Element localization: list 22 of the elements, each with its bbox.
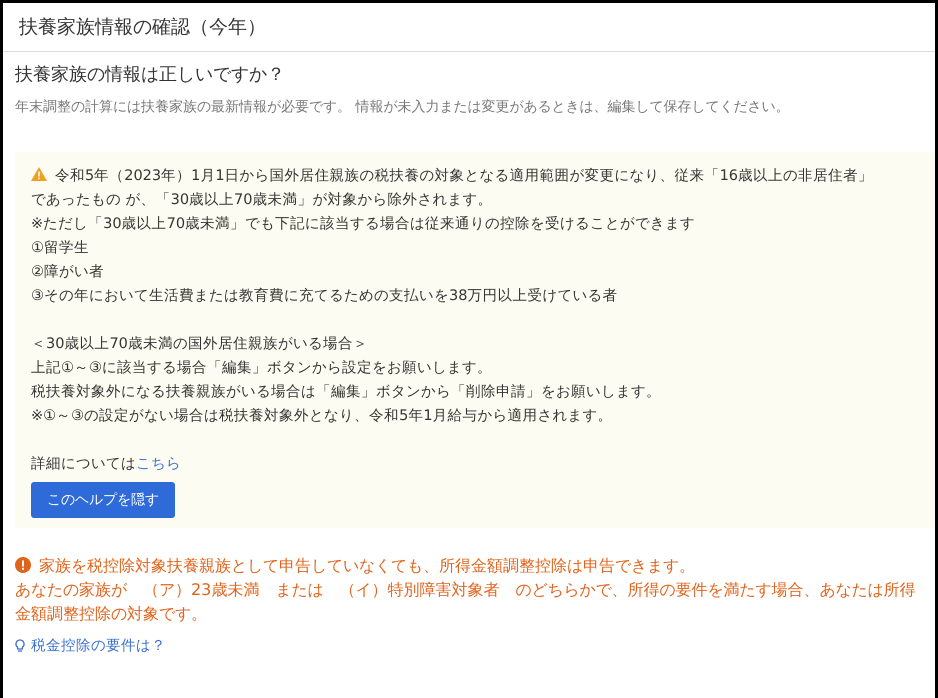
help-text: 税扶養対象外になる扶養親族がいる場合は「編集」ボタンから「削除申請」をお願いします。 — [31, 382, 662, 402]
alert-title: 家族を税控除対象扶養親族として申告していなくても、所得金額調整控除は申告できます。 — [39, 556, 695, 575]
alert-icon — [15, 557, 31, 573]
warning-icon — [31, 167, 47, 181]
details-link[interactable]: こちら — [136, 456, 181, 472]
question-heading: 扶養家族の情報は正しいですか？ — [15, 63, 286, 86]
help-text: ※①～③の設定がない場合は税扶養対象外となり、令和5年1月給与から適用されます。 — [31, 406, 614, 426]
lightbulb-icon — [15, 638, 25, 652]
tax-requirements-link[interactable]: 税金控除の要件は？ — [31, 636, 166, 655]
description-text: 年末調整の計算には扶養家族の最新情報が必要です。 情報が未入力または変更があるときは、編集して保存してください。 — [15, 98, 790, 116]
help-text: ※ただし「30歳以上70歳未満」でも下記に該当する場合は従来通りの控除を受けることができます — [31, 214, 696, 234]
alert-text: あなたの家族が （ア）23歳未満 または （イ）特別障害対象者 のどちらかで、所得の要件を満たす場合、あなたは所得金額調整控除の対象です。 — [15, 579, 916, 625]
help-text: ③その年において生活費または教育費に充てるための支払いを38万円以上受けている者 — [31, 286, 618, 306]
hide-help-button[interactable]: このヘルプを隠す — [31, 482, 175, 518]
help-text: ①留学生 — [31, 239, 90, 258]
page-title: 扶養家族情報の確認（今年） — [19, 15, 266, 40]
help-text: ＜30歳以上70歳未満の国外居住親族がいる場合＞ — [31, 335, 369, 354]
help-text: 詳細については — [31, 456, 136, 472]
help-text: 令和5年（2023年）1月1日から国外居住親族の税扶養の対象となる適用範囲が変更になり、従来「16歳以上の非居住者」 — [55, 168, 874, 184]
help-text: であったもの が、「30歳以上70歳未満」が対象から除外されます。 — [31, 190, 494, 210]
help-text: ②障がい者 — [31, 262, 105, 282]
help-text: 上記①～③に該当する場合「編集」ボタンから設定をお願いします。 — [31, 358, 493, 378]
